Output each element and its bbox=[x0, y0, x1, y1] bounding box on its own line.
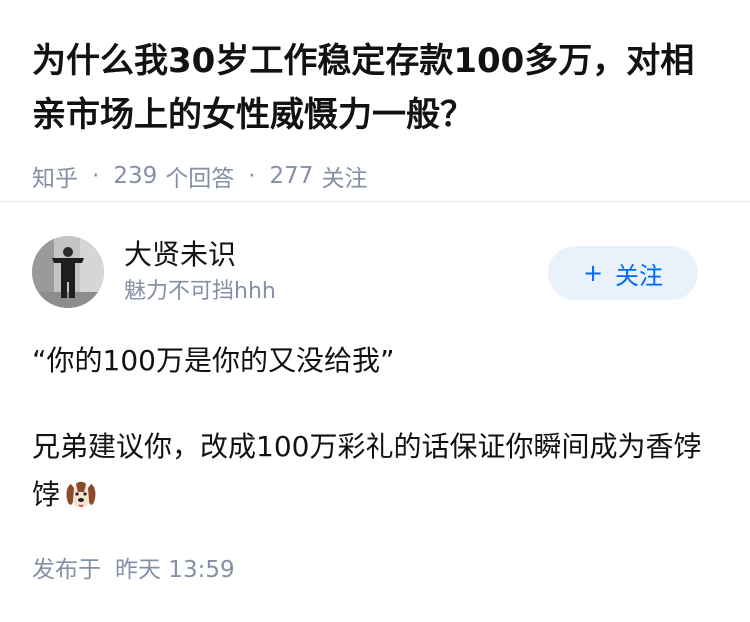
question-title[interactable]: 为什么我30岁工作稳定存款100多万，对相亲市场上的女性威慑力一般？ bbox=[32, 34, 722, 142]
question-header: 为什么我30岁工作稳定存款100多万，对相亲市场上的女性威慑力一般？ 知乎 · … bbox=[0, 0, 750, 194]
author-headline: 魅力不可挡hhh bbox=[124, 279, 276, 304]
plus-icon: + bbox=[582, 259, 604, 287]
follow-button-label: 关注 bbox=[615, 261, 664, 290]
answer-count-label[interactable]: 个回答 bbox=[165, 159, 234, 193]
follower-count-label[interactable]: 关注 bbox=[321, 159, 367, 193]
section-divider bbox=[0, 201, 750, 202]
avatar[interactable] bbox=[32, 236, 104, 308]
answer-page: 为什么我30岁工作稳定存款100多万，对相亲市场上的女性威慑力一般？ 知乎 · … bbox=[0, 0, 750, 622]
author-row: 大贤未识 魅力不可挡hhh + 关注 bbox=[32, 236, 718, 308]
published-label: 发布于 bbox=[32, 557, 101, 583]
answer-paragraph-text: 兄弟建议你，改成100万彩礼的话保证你瞬间成为香饽饽 bbox=[32, 430, 702, 511]
publish-info: 发布于 昨天 13:59 bbox=[32, 554, 235, 586]
dog-face-emoji-icon bbox=[64, 478, 98, 527]
avatar-photo bbox=[32, 236, 104, 308]
answer-content: “你的100万是你的又没给我” 兄弟建议你，改成100万彩礼的话保证你瞬间成为香… bbox=[32, 337, 722, 527]
source-label[interactable]: 知乎 bbox=[32, 159, 78, 193]
follow-button[interactable]: + 关注 bbox=[548, 246, 698, 300]
meta-separator: · bbox=[92, 163, 100, 189]
answer-paragraph: 兄弟建议你，改成100万彩礼的话保证你瞬间成为香饽饽 bbox=[32, 423, 722, 527]
answer-paragraph: “你的100万是你的又没给我” bbox=[32, 344, 395, 377]
answer-count: 239 bbox=[113, 163, 158, 189]
author-name[interactable]: 大贤未识 bbox=[124, 238, 236, 272]
question-meta: 知乎 · 239 个回答 · 277 关注 bbox=[32, 158, 718, 194]
meta-separator: · bbox=[248, 163, 256, 189]
follower-count: 277 bbox=[269, 163, 314, 189]
published-time: 昨天 13:59 bbox=[115, 557, 235, 583]
